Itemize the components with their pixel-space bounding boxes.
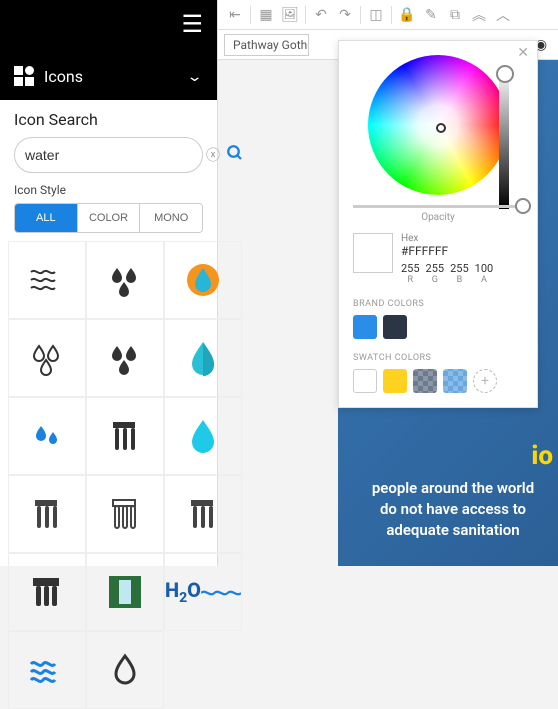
design-yellow-text: io bbox=[531, 441, 553, 471]
brand-swatches bbox=[353, 315, 523, 339]
icon-waves-blue[interactable] bbox=[8, 631, 86, 709]
color-preview bbox=[353, 233, 393, 273]
swatch-lightblue[interactable] bbox=[443, 369, 467, 393]
hex-label: Hex bbox=[401, 233, 493, 244]
tool-crop-icon[interactable]: ◫ bbox=[365, 4, 387, 26]
shapes-icon bbox=[14, 66, 34, 86]
color-picker-panel: ✕ Opacity Hex #FFFFFF 255R 255G 255B bbox=[338, 40, 538, 408]
tool-image-icon[interactable]: ▦ bbox=[255, 4, 277, 26]
brightness-handle[interactable] bbox=[496, 65, 514, 83]
r-value[interactable]: 255 bbox=[401, 262, 420, 275]
tab-mono[interactable]: MONO bbox=[139, 204, 202, 232]
icon-waterfall-1[interactable] bbox=[8, 475, 86, 553]
b-value[interactable]: 255 bbox=[450, 262, 469, 275]
tab-color[interactable]: COLOR bbox=[77, 204, 140, 232]
brightness-slider[interactable] bbox=[499, 69, 509, 209]
design-line3: adequate sanitation bbox=[358, 520, 548, 541]
swatch-colors-label: SWATCH COLORS bbox=[353, 353, 523, 363]
opacity-label: Opacity bbox=[353, 212, 523, 223]
swatch-yellow[interactable] bbox=[383, 369, 407, 393]
icon-drops-outline[interactable] bbox=[8, 319, 86, 397]
tool-copy-icon[interactable]: ⧉ bbox=[444, 4, 466, 26]
tool-lock-icon[interactable]: 🔒 bbox=[396, 4, 418, 26]
tool-layer-up-icon[interactable]: ︽ bbox=[468, 4, 490, 26]
icon-waterfall-bold[interactable] bbox=[8, 553, 86, 631]
panel-label: Icons bbox=[44, 67, 186, 86]
sidebar-header: ☰ Icons ⌄ bbox=[0, 0, 217, 100]
design-line2: do not have access to bbox=[358, 499, 548, 520]
g-value[interactable]: 255 bbox=[426, 262, 445, 275]
tool-redo-icon[interactable]: ↷ bbox=[334, 4, 356, 26]
color-wheel[interactable] bbox=[368, 55, 508, 195]
icon-drops-solid[interactable] bbox=[86, 319, 164, 397]
design-line1: people around the world bbox=[358, 478, 548, 499]
icon-waves[interactable] bbox=[8, 241, 86, 319]
a-value[interactable]: 100 bbox=[475, 262, 494, 275]
search-title: Icon Search bbox=[14, 110, 203, 129]
color-wheel-handle[interactable] bbox=[436, 123, 446, 133]
swatch-white[interactable] bbox=[353, 369, 377, 393]
icon-style-label: Icon Style bbox=[14, 183, 203, 197]
tool-text-direction-icon[interactable]: ⇤ bbox=[224, 4, 246, 26]
icon-drop-outline[interactable] bbox=[86, 631, 164, 709]
icon-grid: H2O bbox=[0, 241, 217, 692]
design-body-text: people around the world do not have acce… bbox=[358, 478, 548, 541]
icon-waterfall-outline[interactable] bbox=[86, 475, 164, 553]
tool-undo-icon[interactable]: ↶ bbox=[310, 4, 332, 26]
icon-sidebar: ☰ Icons ⌄ Icon Search ⓧ Icon Style ALL C… bbox=[0, 0, 218, 566]
chevron-down-icon: ⌄ bbox=[186, 68, 203, 85]
search-input[interactable] bbox=[25, 147, 206, 163]
opacity-handle[interactable] bbox=[515, 198, 531, 214]
icon-drops-dark[interactable] bbox=[86, 241, 164, 319]
style-segmented: ALL COLOR MONO bbox=[14, 203, 203, 233]
tool-picture-icon[interactable]: 🖼 bbox=[279, 4, 301, 26]
icon-waterfall-photo[interactable] bbox=[86, 553, 164, 631]
icon-waterfall-dark[interactable] bbox=[86, 397, 164, 475]
tool-edit-icon[interactable]: ✎ bbox=[420, 4, 442, 26]
swatch-grayblue[interactable] bbox=[413, 369, 437, 393]
tab-all[interactable]: ALL bbox=[15, 204, 77, 232]
font-select[interactable]: Pathway Gothic bbox=[224, 34, 309, 56]
panel-toggle-icons[interactable]: Icons ⌄ bbox=[0, 52, 217, 100]
swatch-row: + bbox=[353, 369, 523, 393]
opacity-slider[interactable] bbox=[353, 205, 523, 208]
add-swatch-button[interactable]: + bbox=[473, 369, 497, 393]
canvas-area: ⇤ ▦ 🖼 ↶ ↷ ◫ 🔒 ✎ ⧉ ︽ ︿ Pathway Gothic ◉ i… bbox=[218, 0, 558, 566]
menu-icon[interactable]: ☰ bbox=[181, 10, 203, 38]
top-toolbar: ⇤ ▦ 🖼 ↶ ↷ ◫ 🔒 ✎ ⧉ ︽ ︿ bbox=[218, 0, 558, 30]
hex-value[interactable]: #FFFFFF bbox=[401, 244, 493, 258]
brand-swatch-2[interactable] bbox=[383, 315, 407, 339]
brand-colors-label: BRAND COLORS bbox=[353, 299, 523, 309]
tool-chevron-up-icon[interactable]: ︿ bbox=[492, 4, 514, 26]
icon-drops-blue[interactable] bbox=[8, 397, 86, 475]
brand-swatch-1[interactable] bbox=[353, 315, 377, 339]
search-field-wrap: ⓧ bbox=[14, 137, 203, 173]
